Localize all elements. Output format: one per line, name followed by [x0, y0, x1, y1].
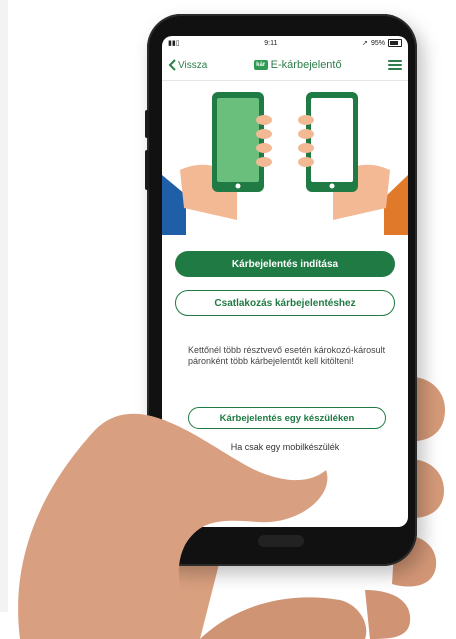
- phone-side-button: [145, 150, 149, 190]
- status-right: ➚ 95%: [362, 39, 402, 47]
- info-text: Kettőnél több résztvevő esetén károkozó-…: [188, 345, 386, 366]
- single-device-button[interactable]: Kárbejelentés egy készüléken: [188, 407, 386, 429]
- battery-icon: [388, 39, 402, 47]
- nav-bar: Vissza kár E-kárbejelentő: [162, 50, 408, 81]
- chevron-left-icon: [168, 59, 176, 71]
- app-title: kár E-kárbejelentő: [253, 59, 342, 71]
- battery-percent: 95%: [370, 39, 385, 47]
- status-time: 9:11: [264, 39, 278, 47]
- single-device-note: Ha csak egy mobilkészülék: [230, 442, 340, 452]
- signal-icon: ▮▮▯: [168, 40, 180, 47]
- phone-home-area: [258, 535, 304, 547]
- back-button[interactable]: Vissza: [168, 59, 207, 71]
- title-text: E-kárbejelentő: [270, 59, 342, 71]
- status-bar: ▮▮▯ 9:11 ➚ 95%: [162, 36, 408, 50]
- back-label: Vissza: [178, 59, 208, 71]
- location-icon: ➚: [362, 40, 368, 47]
- phone-side-button: [145, 110, 149, 138]
- app-logo: kár: [253, 60, 268, 70]
- app-screen: ▮▮▯ 9:11 ➚ 95% Vissza kár E-kárbejelentő: [162, 36, 408, 527]
- menu-icon[interactable]: [388, 60, 402, 70]
- join-claim-button[interactable]: Csatlakozás kárbejelentéshez: [175, 290, 395, 316]
- start-claim-button[interactable]: Kárbejelentés indítása: [175, 251, 395, 277]
- two-phones-illustration: [162, 92, 408, 235]
